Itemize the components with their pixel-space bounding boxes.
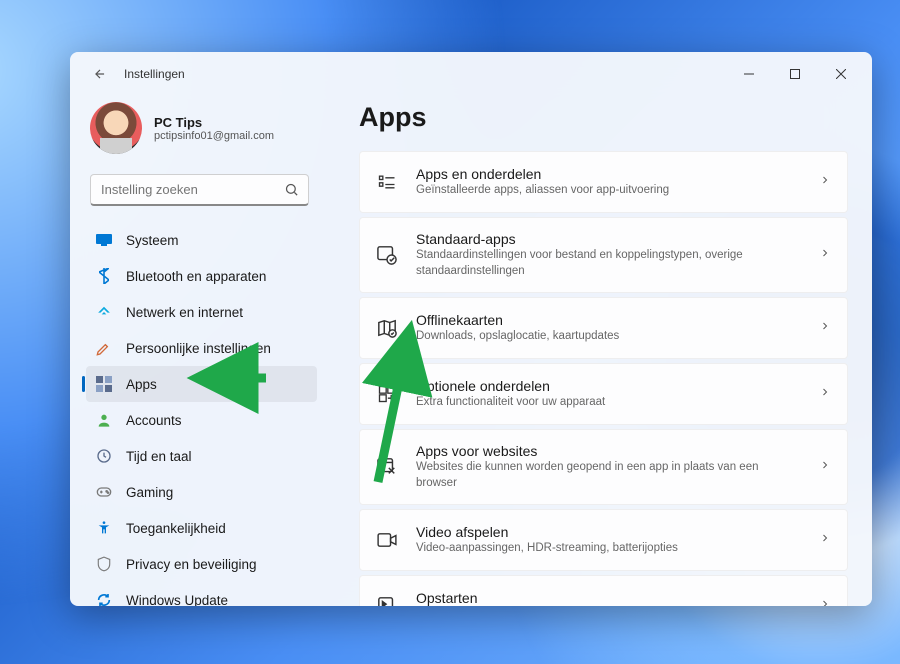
chevron-right-icon [819, 246, 831, 264]
update-icon [96, 592, 112, 606]
sidebar-item-label: Privacy en beveiliging [126, 557, 257, 572]
chevron-right-icon [819, 458, 831, 476]
sidebar-item-update[interactable]: Windows Update [86, 582, 317, 606]
sidebar-item-bluetooth[interactable]: Bluetooth en apparaten [86, 258, 317, 294]
card-title: Standaard-apps [416, 231, 801, 247]
sidebar-item-label: Tijd en taal [126, 449, 192, 464]
clock-icon [96, 448, 112, 464]
chevron-right-icon [819, 531, 831, 549]
user-name: PC Tips [154, 115, 274, 130]
card-title: Apps en onderdelen [416, 166, 801, 182]
card-subtitle: Downloads, opslaglocatie, kaartupdates [416, 329, 801, 345]
card-optional[interactable]: Optionele onderdelen Extra functionalite… [359, 363, 848, 425]
card-title: Offlinekaarten [416, 312, 801, 328]
card-websites[interactable]: Apps voor websites Websites die kunnen w… [359, 429, 848, 505]
list-icon [376, 171, 398, 193]
card-subtitle: Extra functionaliteit voor uw apparaat [416, 395, 801, 411]
bluetooth-icon [96, 268, 112, 284]
sidebar-item-network[interactable]: Netwerk en internet [86, 294, 317, 330]
app-title: Instellingen [124, 67, 185, 81]
sidebar-item-label: Toegankelijkheid [126, 521, 226, 536]
shield-icon [96, 556, 112, 572]
sidebar-item-system[interactable]: Systeem [86, 222, 317, 258]
sidebar-item-label: Gaming [126, 485, 173, 500]
sidebar-item-time[interactable]: Tijd en taal [86, 438, 317, 474]
startup-icon [376, 595, 398, 606]
card-offline-maps[interactable]: Offlinekaarten Downloads, opslaglocatie,… [359, 297, 848, 359]
sidebar-item-label: Apps [126, 377, 157, 392]
card-startup[interactable]: Opstarten Apps die automatisch worden ge… [359, 575, 848, 606]
avatar [90, 102, 142, 154]
search-icon [284, 182, 299, 202]
apps-icon [96, 376, 112, 392]
sidebar-item-accounts[interactable]: Accounts [86, 402, 317, 438]
sidebar-item-label: Persoonlijke instellingen [126, 341, 271, 356]
card-title: Apps voor websites [416, 443, 801, 459]
sidebar-item-gaming[interactable]: Gaming [86, 474, 317, 510]
sidebar-item-privacy[interactable]: Privacy en beveiliging [86, 546, 317, 582]
wifi-icon [96, 304, 112, 320]
card-title: Opstarten [416, 590, 801, 606]
card-apps-features[interactable]: Apps en onderdelen Geïnstalleerde apps, … [359, 151, 848, 213]
page-title: Apps [359, 102, 848, 133]
card-video[interactable]: Video afspelen Video-aanpassingen, HDR-s… [359, 509, 848, 571]
card-subtitle: Standaardinstellingen voor bestand en ko… [416, 248, 801, 279]
chevron-right-icon [819, 385, 831, 403]
sidebar-item-personalization[interactable]: Persoonlijke instellingen [86, 330, 317, 366]
monitor-icon [96, 232, 112, 248]
window-controls [726, 58, 864, 90]
card-subtitle: Video-aanpassingen, HDR-streaming, batte… [416, 541, 801, 557]
back-button[interactable] [90, 64, 110, 84]
settings-window: Instellingen PC Tips pctipsinfo01@gmail.… [70, 52, 872, 606]
map-icon [376, 317, 398, 339]
sidebar-item-label: Windows Update [126, 593, 228, 607]
close-button[interactable] [818, 58, 864, 90]
optional-icon [376, 383, 398, 405]
minimize-button[interactable] [726, 58, 772, 90]
sidebar-item-label: Systeem [126, 233, 179, 248]
search-box[interactable] [90, 174, 309, 206]
content-area: Apps Apps en onderdelen Geïnstalleerde a… [335, 96, 872, 606]
card-subtitle: Geïnstalleerde apps, aliassen voor app-u… [416, 183, 801, 199]
chevron-right-icon [819, 173, 831, 191]
website-icon [376, 456, 398, 478]
sidebar-item-label: Bluetooth en apparaten [126, 269, 266, 284]
user-email: pctipsinfo01@gmail.com [154, 130, 274, 142]
titlebar: Instellingen [70, 52, 872, 96]
gamepad-icon [96, 484, 112, 500]
sidebar-item-apps[interactable]: Apps [86, 366, 317, 402]
video-icon [376, 529, 398, 551]
sidebar-item-accessibility[interactable]: Toegankelijkheid [86, 510, 317, 546]
card-title: Optionele onderdelen [416, 378, 801, 394]
brush-icon [96, 340, 112, 356]
card-default-apps[interactable]: Standaard-apps Standaardinstellingen voo… [359, 217, 848, 293]
person-icon [96, 412, 112, 428]
card-title: Video afspelen [416, 524, 801, 540]
nav-list: Systeem Bluetooth en apparaten Netwerk e… [70, 216, 327, 606]
chevron-right-icon [819, 319, 831, 337]
user-profile[interactable]: PC Tips pctipsinfo01@gmail.com [70, 96, 327, 168]
sidebar-item-label: Accounts [126, 413, 182, 428]
sidebar-item-label: Netwerk en internet [126, 305, 243, 320]
sidebar: PC Tips pctipsinfo01@gmail.com Systeem B… [70, 96, 335, 606]
search-input[interactable] [90, 174, 309, 206]
card-subtitle: Websites die kunnen worden geopend in ee… [416, 460, 801, 491]
accessibility-icon [96, 520, 112, 536]
chevron-right-icon [819, 597, 831, 606]
settings-cards: Apps en onderdelen Geïnstalleerde apps, … [359, 151, 848, 606]
maximize-button[interactable] [772, 58, 818, 90]
default-icon [376, 244, 398, 266]
